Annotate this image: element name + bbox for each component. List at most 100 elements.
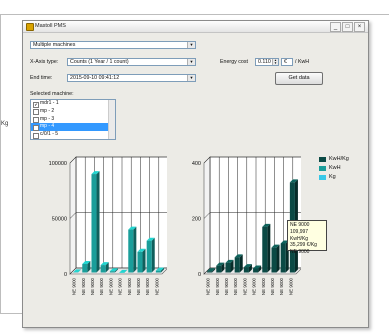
bar (280, 243, 286, 273)
close-button[interactable]: × (354, 22, 365, 32)
x-tick-label: NE 9000 (288, 277, 293, 295)
machine-label: mdr1 - 1 (40, 100, 59, 106)
bar (128, 229, 134, 273)
tooltip-line: NE 9000 (290, 222, 310, 228)
list-item[interactable]: mp - 2 (31, 108, 115, 116)
checkbox[interactable] (33, 124, 39, 131)
machine-list[interactable]: ✔ mdr1 - 1 mp - 2 mp - 3 mp - 4 c/0/1 - … (30, 99, 116, 140)
bar (155, 270, 161, 273)
x-tick-label: NE 9000 (215, 277, 220, 295)
checkbox[interactable] (33, 117, 39, 124)
currency-value: € (284, 59, 287, 65)
x-tick-label: NE 9000 (261, 277, 266, 295)
bar-side (142, 248, 146, 273)
x-tick-label: NE 9000 (252, 277, 257, 295)
bar (262, 226, 268, 273)
bar-side (96, 171, 100, 273)
bar (225, 262, 231, 273)
tooltip-line: NE 9000 (290, 249, 310, 256)
energy-unit-label: / KwH (295, 59, 310, 65)
y-tick-label: 200 (192, 217, 201, 223)
minimize-button[interactable]: _ (330, 22, 341, 32)
bar (253, 268, 259, 273)
get-data-button[interactable]: Get data (275, 72, 323, 85)
chart-tooltip: NE 9000 109,997 KwH/Kg 35,299 €/Kg NE 90… (287, 220, 327, 255)
checkbox[interactable] (33, 132, 39, 139)
chevron-down-icon: ▼ (187, 42, 195, 48)
legend-swatch (319, 157, 326, 162)
energy-cost-value: 0.110 (258, 59, 271, 65)
window-controls: _ □ × (330, 22, 365, 32)
x-tick-label: NE 9000 (127, 277, 132, 295)
x-axis-select[interactable]: Counts (1 Year / 1 count) ▼ (67, 58, 196, 66)
title-bar: Mastoll PMS _ □ × (23, 21, 368, 33)
spin-arrows-icon[interactable]: ▲ ▼ (272, 59, 278, 65)
x-tick-label: NE 9000 (270, 277, 275, 295)
chevron-down-icon: ▼ (187, 59, 195, 65)
x-tick-label: NE 9000 (279, 277, 284, 295)
end-time-picker[interactable]: 2015-09-10 09:41:12 ▼ (67, 74, 196, 82)
x-tick-label: NE 9000 (99, 277, 104, 295)
app-icon (26, 23, 34, 31)
currency-field[interactable]: € (281, 58, 293, 66)
background-fragment-label: Kg (1, 121, 9, 127)
legend-label: KwH (329, 165, 341, 171)
bar (234, 257, 240, 273)
machine-label: mp - 4 (40, 123, 55, 130)
chart-kwh-per-kg: 0 200 400 NE 9000 NE 9000 NE 9000 NE 9000 NE 90… (192, 156, 301, 295)
y-tick-label: 400 (192, 161, 201, 167)
x-tick-label: NE 9000 (72, 277, 77, 295)
chevron-down-icon: ▼ (187, 75, 195, 81)
x-tick-label: NE 9000 (118, 277, 123, 295)
selected-machine-label: Selected machine: (30, 91, 74, 97)
machine-mode-select[interactable]: Multiple machines ▼ (30, 41, 196, 49)
energy-cost-label: Energy cost (220, 59, 248, 65)
background-divider (0, 14, 1, 314)
legend-label: KwH/Kg (329, 156, 349, 162)
bar-side (267, 223, 271, 273)
list-item[interactable]: c/0/1 - 5 (31, 131, 115, 139)
machine-label: mp - 3 (40, 115, 55, 122)
bar-side (239, 254, 243, 273)
bar (271, 247, 277, 273)
bar (216, 265, 222, 273)
bar-side (276, 244, 280, 273)
x-axis-value: Counts (1 Year / 1 count) (70, 59, 129, 65)
machine-mode-value: Multiple machines (33, 42, 76, 48)
y-tick-label: 50000 (52, 217, 67, 223)
bar (207, 271, 213, 273)
x-axis-label: X-Axis type: (30, 59, 59, 65)
x-tick-label: NE 9000 (90, 277, 95, 295)
bar (91, 174, 97, 273)
list-item[interactable]: ✔ mdr1 - 1 (31, 100, 115, 108)
bar (146, 240, 152, 273)
background-divider (0, 313, 22, 314)
maximize-button[interactable]: □ (342, 22, 353, 32)
machine-label: mp - 2 (40, 107, 55, 114)
window-title: Mastoll PMS (35, 23, 66, 29)
bar (243, 267, 249, 273)
legend-item: KwH (319, 165, 349, 174)
list-item-selected[interactable]: mp - 4 (31, 123, 115, 132)
legend-label: Kg (329, 174, 336, 180)
x-tick-label: NE 9000 (206, 277, 211, 295)
tooltip-line: 35,299 €/Kg (290, 242, 317, 249)
app-window: Mastoll PMS _ □ × Multiple machines ▼ X-… (22, 20, 369, 328)
legend-swatch (319, 166, 326, 171)
y-tick-label: 0 (198, 272, 201, 278)
chart-kwh: 0 50000 100000 NE 9000 NE 9000 NE 9000 NE 9000… (49, 156, 167, 295)
checkbox[interactable] (33, 109, 39, 116)
bar-side (133, 226, 137, 273)
list-scrollbar[interactable] (108, 100, 115, 139)
list-item[interactable]: mp - 3 (31, 116, 115, 124)
machine-label: c/0/1 - 5 (40, 131, 59, 138)
end-time-label: End time: (30, 75, 53, 81)
chart-legend: KwH/Kg KwH Kg (319, 156, 349, 183)
energy-cost-input[interactable]: 0.110 ▲ ▼ (255, 58, 279, 66)
legend-item: KwH/Kg (319, 156, 349, 165)
bar (100, 265, 106, 273)
checkbox[interactable]: ✔ (33, 101, 39, 108)
bar-side (151, 237, 155, 273)
legend-swatch (319, 175, 326, 180)
bar (109, 271, 115, 273)
